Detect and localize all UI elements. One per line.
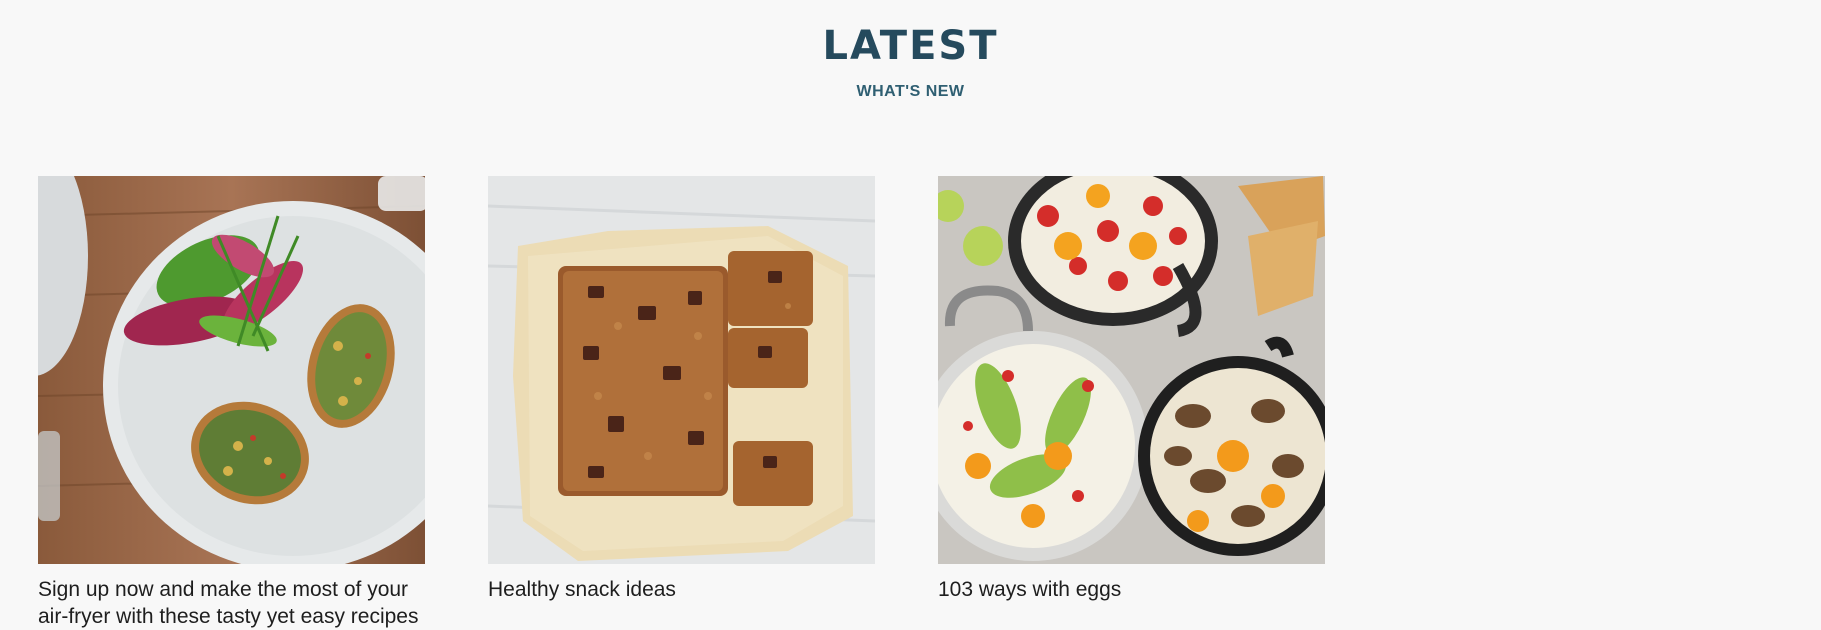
section-title: LATEST (822, 23, 999, 69)
article-image[interactable] (938, 176, 1325, 564)
article-title[interactable]: Healthy snack ideas (488, 576, 875, 603)
article-title[interactable]: 103 ways with eggs (938, 576, 1325, 603)
article-card-healthy-snacks[interactable]: Healthy snack ideas (488, 176, 875, 603)
baked-eggs-image (938, 176, 1325, 564)
article-image[interactable] (38, 176, 425, 564)
baked-potato-salad-image (38, 176, 425, 564)
article-title[interactable]: Sign up now and make the most of your ai… (38, 576, 425, 630)
article-card-air-fryer[interactable]: Sign up now and make the most of your ai… (38, 176, 425, 630)
article-image[interactable] (488, 176, 875, 564)
section-subtitle: WHAT'S NEW (856, 83, 965, 100)
flapjack-image (488, 176, 875, 564)
article-card-eggs[interactable]: 103 ways with eggs (938, 176, 1325, 603)
